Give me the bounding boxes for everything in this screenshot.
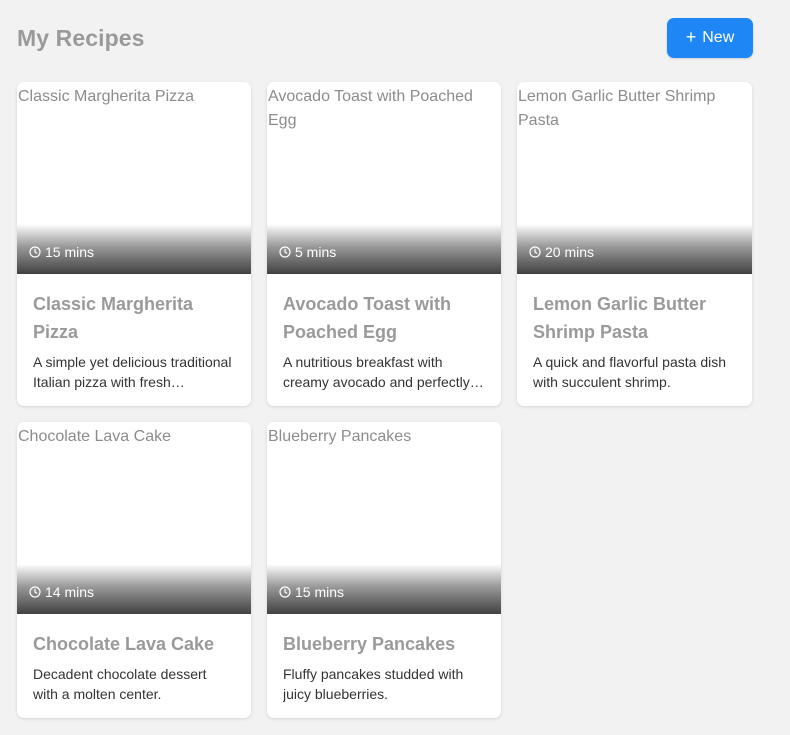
cook-time-label: 20 mins: [545, 244, 595, 260]
clock-icon: [29, 246, 41, 258]
recipe-title: Chocolate Lava Cake: [33, 634, 215, 654]
recipe-title: Lemon Garlic Butter Shrimp Pasta: [533, 294, 707, 342]
card-body: Avocado Toast with Poached Egg A nutriti…: [267, 274, 501, 392]
clock-icon: [529, 246, 541, 258]
cook-time: 5 mins: [279, 244, 336, 260]
recipe-image: Avocado Toast with Poached Egg 5 mins: [267, 82, 501, 274]
image-alt-text: Blueberry Pancakes: [268, 428, 412, 445]
cook-time: 14 mins: [29, 584, 94, 600]
clock-icon: [29, 586, 41, 598]
page-title: My Recipes: [17, 25, 145, 51]
recipe-title: Avocado Toast with Poached Egg: [283, 294, 452, 342]
recipe-description: A simple yet delicious traditional Itali…: [33, 354, 232, 390]
card-body: Blueberry Pancakes Fluffy pancakes studd…: [267, 614, 501, 704]
recipe-title: Classic Margherita Pizza: [33, 294, 194, 342]
cook-time-label: 14 mins: [45, 584, 95, 600]
recipe-image: Classic Margherita Pizza 15 mins: [17, 82, 251, 274]
card-body: Classic Margherita Pizza A simple yet de…: [17, 274, 251, 392]
image-alt-text: Avocado Toast with Poached Egg: [268, 88, 473, 129]
recipe-card[interactable]: Chocolate Lava Cake 14 mins Chocolate La…: [17, 422, 251, 718]
image-alt-text: Classic Margherita Pizza: [18, 88, 195, 105]
image-alt-text: Chocolate Lava Cake: [18, 428, 171, 445]
recipe-image: Blueberry Pancakes 15 mins: [267, 422, 501, 614]
new-recipe-button[interactable]: + New: [667, 18, 753, 58]
recipe-image: Lemon Garlic Butter Shrimp Pasta 20 mins: [517, 82, 752, 274]
recipe-card[interactable]: Blueberry Pancakes 15 mins Blueberry Pan…: [267, 422, 501, 718]
clock-icon: [279, 586, 291, 598]
recipe-card[interactable]: Lemon Garlic Butter Shrimp Pasta 20 mins…: [517, 82, 752, 406]
recipe-description: A nutritious breakfast with creamy avoca…: [283, 354, 470, 390]
cook-time-label: 5 mins: [295, 244, 337, 260]
recipe-card[interactable]: Classic Margherita Pizza 15 mins Classic…: [17, 82, 251, 406]
card-body: Chocolate Lava Cake Decadent chocolate d…: [17, 614, 251, 704]
cook-time-label: 15 mins: [45, 244, 95, 260]
recipe-grid: Classic Margherita Pizza 15 mins Classic…: [17, 82, 752, 718]
cook-time: 15 mins: [279, 584, 344, 600]
new-button-label: New: [702, 29, 735, 46]
recipe-description: Decadent chocolate dessert with a molten…: [33, 666, 207, 702]
recipe-image: Chocolate Lava Cake 14 mins: [17, 422, 251, 614]
card-body: Lemon Garlic Butter Shrimp Pasta A quick…: [517, 274, 752, 392]
image-alt-text: Lemon Garlic Butter Shrimp Pasta: [518, 88, 716, 129]
recipe-title: Blueberry Pancakes: [283, 634, 456, 654]
recipe-description: A quick and flavorful pasta dish with su…: [533, 354, 727, 390]
header: My Recipes + New: [17, 18, 753, 58]
recipe-description: Fluffy pancakes studded with juicy blueb…: [283, 666, 464, 702]
cook-time: 20 mins: [529, 244, 594, 260]
cook-time-label: 15 mins: [295, 584, 345, 600]
clock-icon: [279, 246, 291, 258]
cook-time: 15 mins: [29, 244, 94, 260]
recipe-card[interactable]: Avocado Toast with Poached Egg 5 mins Av…: [267, 82, 501, 406]
plus-icon: +: [685, 27, 697, 47]
